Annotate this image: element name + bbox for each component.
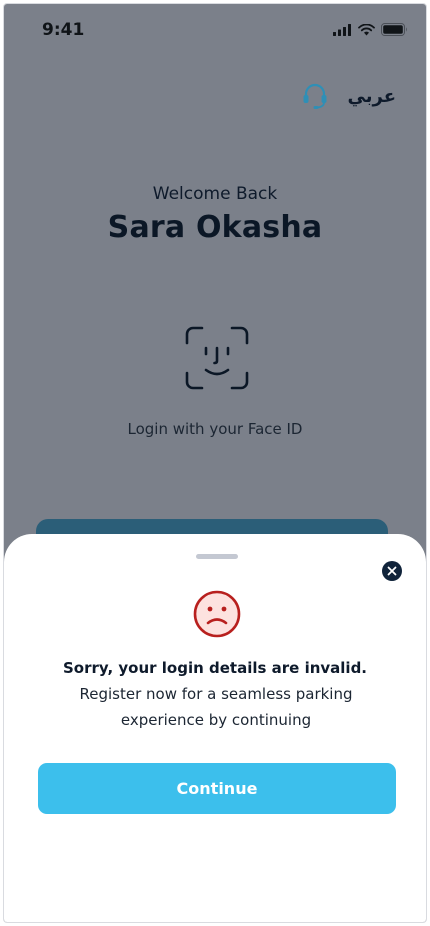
signal-icon — [333, 23, 351, 36]
close-icon — [387, 566, 397, 576]
phone-frame: 9:41 عربي Welcome Back Sara Okasha Login… — [3, 3, 427, 923]
status-time: 9:41 — [42, 20, 85, 40]
error-title: Sorry, your login details are invalid. — [62, 659, 368, 677]
continue-button[interactable]: Continue — [38, 763, 396, 814]
login-screen: 9:41 عربي Welcome Back Sara Okasha Login… — [4, 4, 426, 922]
face-id-label: Login with your Face ID — [127, 420, 303, 438]
error-bottom-sheet: Sorry, your login details are invalid. R… — [4, 534, 426, 922]
face-id-icon[interactable] — [185, 326, 249, 390]
welcome-text: Welcome Back — [152, 184, 278, 204]
status-icons — [333, 23, 408, 36]
language-toggle[interactable]: عربي — [348, 86, 396, 107]
battery-icon — [381, 23, 407, 36]
user-name: Sara Okasha — [107, 210, 323, 245]
wifi-icon — [358, 23, 375, 35]
status-bar: 9:41 — [4, 4, 426, 58]
header-actions: عربي — [302, 82, 396, 110]
error-message: Register now for a seamless parking expe… — [79, 685, 353, 729]
sad-face-icon — [193, 590, 241, 638]
close-button[interactable] — [382, 561, 402, 581]
sheet-grabber[interactable] — [196, 554, 238, 559]
headset-icon[interactable] — [302, 82, 328, 110]
